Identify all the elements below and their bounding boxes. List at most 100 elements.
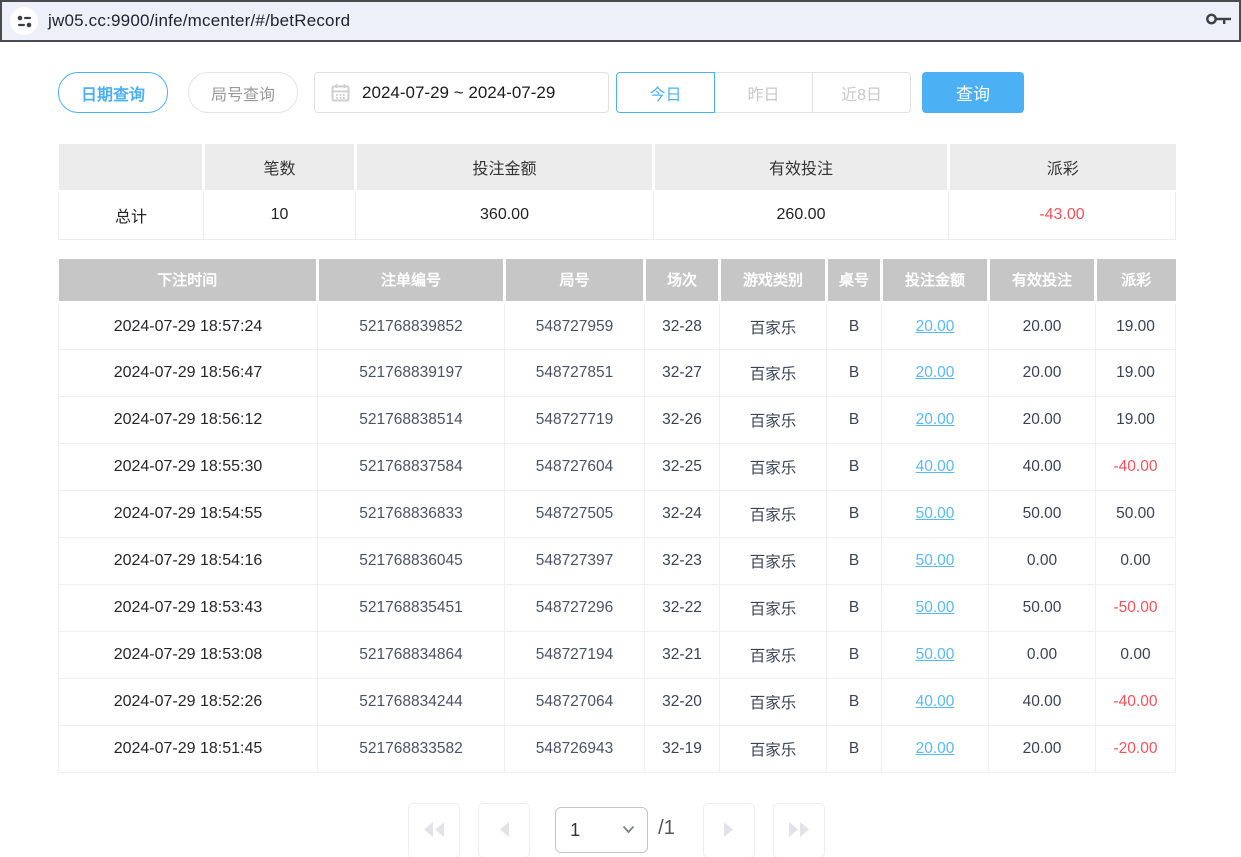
header-table-no: 桌号 [827, 259, 882, 303]
tab-round-query[interactable]: 局号查询 [188, 72, 298, 113]
next-page-button[interactable] [703, 803, 755, 857]
bet-id-cell: 521768836045 [318, 538, 505, 585]
game-type-cell: 百家乐 [720, 397, 827, 444]
bet-time-cell: 2024-07-29 18:53:08 [59, 632, 318, 679]
date-range-input[interactable]: 2024-07-29 ~ 2024-07-29 [314, 72, 609, 113]
double-right-arrow-icon [787, 821, 811, 841]
summary-total-valid-bet: 260.00 [654, 191, 949, 239]
pagination: 1 /1 [58, 803, 1175, 857]
table-row: 2024-07-29 18:54:55521768836833548727505… [59, 491, 1176, 538]
prev-page-button[interactable] [478, 803, 530, 857]
last8days-button[interactable]: 近8日 [812, 72, 911, 113]
table-no-cell: B [827, 397, 882, 444]
session-cell: 32-26 [645, 397, 720, 444]
session-cell: 32-19 [645, 726, 720, 773]
bet-amount-link[interactable]: 50.00 [916, 646, 955, 663]
bet-amount-link[interactable]: 20.00 [916, 411, 955, 428]
round-id-cell: 548727959 [505, 303, 645, 350]
payout-cell: 19.00 [1096, 303, 1176, 350]
bet-time-cell: 2024-07-29 18:56:47 [59, 350, 318, 397]
table-row: 2024-07-29 18:51:45521768833582548726943… [59, 726, 1176, 773]
bet-id-cell: 521768836833 [318, 491, 505, 538]
session-cell: 32-20 [645, 679, 720, 726]
summary-total-payout: -43.00 [949, 191, 1176, 239]
table-row: 2024-07-29 18:57:24521768839852548727959… [59, 303, 1176, 350]
game-type-cell: 百家乐 [720, 632, 827, 679]
last-page-button[interactable] [773, 803, 825, 857]
session-cell: 32-27 [645, 350, 720, 397]
bet-amount-cell: 50.00 [882, 538, 989, 585]
today-button[interactable]: 今日 [616, 72, 715, 113]
payout-cell: 19.00 [1096, 397, 1176, 444]
table-row: 2024-07-29 18:54:16521768836045548727397… [59, 538, 1176, 585]
left-arrow-icon [498, 821, 511, 841]
bet-amount-link[interactable]: 40.00 [916, 458, 955, 475]
summary-header-payout: 派彩 [949, 144, 1176, 191]
payout-cell: 50.00 [1096, 491, 1176, 538]
table-row: 2024-07-29 18:55:30521768837584548727604… [59, 444, 1176, 491]
bet-amount-link[interactable]: 20.00 [916, 740, 955, 757]
tab-date-query[interactable]: 日期查询 [58, 72, 168, 113]
session-cell: 32-24 [645, 491, 720, 538]
table-row: 2024-07-29 18:53:43521768835451548727296… [59, 585, 1176, 632]
filter-toolbar: 日期查询 局号查询 2024-07-29 ~ 2024-07-29 今日 昨日 [58, 72, 1241, 113]
bet-table-header-row: 下注时间 注单编号 局号 场次 游戏类别 桌号 投注金额 有效投注 派彩 [59, 259, 1176, 303]
table-row: 2024-07-29 18:53:08521768834864548727194… [59, 632, 1176, 679]
bet-amount-link[interactable]: 40.00 [916, 693, 955, 710]
table-no-cell: B [827, 444, 882, 491]
bet-amount-link[interactable]: 20.00 [916, 318, 955, 335]
bet-time-cell: 2024-07-29 18:54:55 [59, 491, 318, 538]
game-type-cell: 百家乐 [720, 679, 827, 726]
calendar-icon [331, 83, 350, 102]
bet-id-cell: 521768834244 [318, 679, 505, 726]
tune-icon[interactable] [10, 7, 38, 35]
key-icon[interactable] [1205, 10, 1231, 33]
table-row: 2024-07-29 18:52:26521768834244548727064… [59, 679, 1176, 726]
valid-bet-cell: 20.00 [989, 726, 1096, 773]
url-text[interactable]: jw05.cc:9900/infe/mcenter/#/betRecord [48, 11, 1205, 31]
yesterday-button[interactable]: 昨日 [714, 72, 813, 113]
chevron-down-icon [622, 821, 635, 839]
table-no-cell: B [827, 632, 882, 679]
payout-cell: 0.00 [1096, 632, 1176, 679]
payout-cell: -40.00 [1096, 444, 1176, 491]
bet-id-cell: 521768833582 [318, 726, 505, 773]
payout-cell: -50.00 [1096, 585, 1176, 632]
session-cell: 32-28 [645, 303, 720, 350]
search-button[interactable]: 查询 [922, 72, 1024, 113]
double-left-arrow-icon [422, 821, 446, 841]
table-no-cell: B [827, 350, 882, 397]
table-no-cell: B [827, 303, 882, 350]
table-no-cell: B [827, 538, 882, 585]
bet-amount-link[interactable]: 50.00 [916, 599, 955, 616]
valid-bet-cell: 50.00 [989, 585, 1096, 632]
bet-amount-cell: 20.00 [882, 303, 989, 350]
table-row: 2024-07-29 18:56:47521768839197548727851… [59, 350, 1176, 397]
round-id-cell: 548727194 [505, 632, 645, 679]
game-type-cell: 百家乐 [720, 491, 827, 538]
page-select[interactable]: 1 [555, 807, 648, 853]
page-select-value: 1 [570, 820, 622, 841]
bet-amount-link[interactable]: 20.00 [916, 364, 955, 381]
header-bet-amount: 投注金额 [882, 259, 989, 303]
game-type-cell: 百家乐 [720, 538, 827, 585]
table-no-cell: B [827, 679, 882, 726]
header-round-id: 局号 [505, 259, 645, 303]
bet-table-body: 2024-07-29 18:57:24521768839852548727959… [59, 303, 1176, 773]
bet-amount-cell: 50.00 [882, 632, 989, 679]
bet-id-cell: 521768837584 [318, 444, 505, 491]
valid-bet-cell: 20.00 [989, 397, 1096, 444]
game-type-cell: 百家乐 [720, 303, 827, 350]
bet-amount-link[interactable]: 50.00 [916, 505, 955, 522]
bet-amount-cell: 20.00 [882, 397, 989, 444]
payout-cell: -20.00 [1096, 726, 1176, 773]
bet-amount-link[interactable]: 50.00 [916, 552, 955, 569]
session-cell: 32-23 [645, 538, 720, 585]
round-id-cell: 548727064 [505, 679, 645, 726]
bet-time-cell: 2024-07-29 18:51:45 [59, 726, 318, 773]
first-page-button[interactable] [408, 803, 460, 857]
bet-amount-cell: 40.00 [882, 444, 989, 491]
bet-id-cell: 521768838514 [318, 397, 505, 444]
table-row: 2024-07-29 18:56:12521768838514548727719… [59, 397, 1176, 444]
browser-address-bar[interactable]: jw05.cc:9900/infe/mcenter/#/betRecord [0, 0, 1241, 42]
